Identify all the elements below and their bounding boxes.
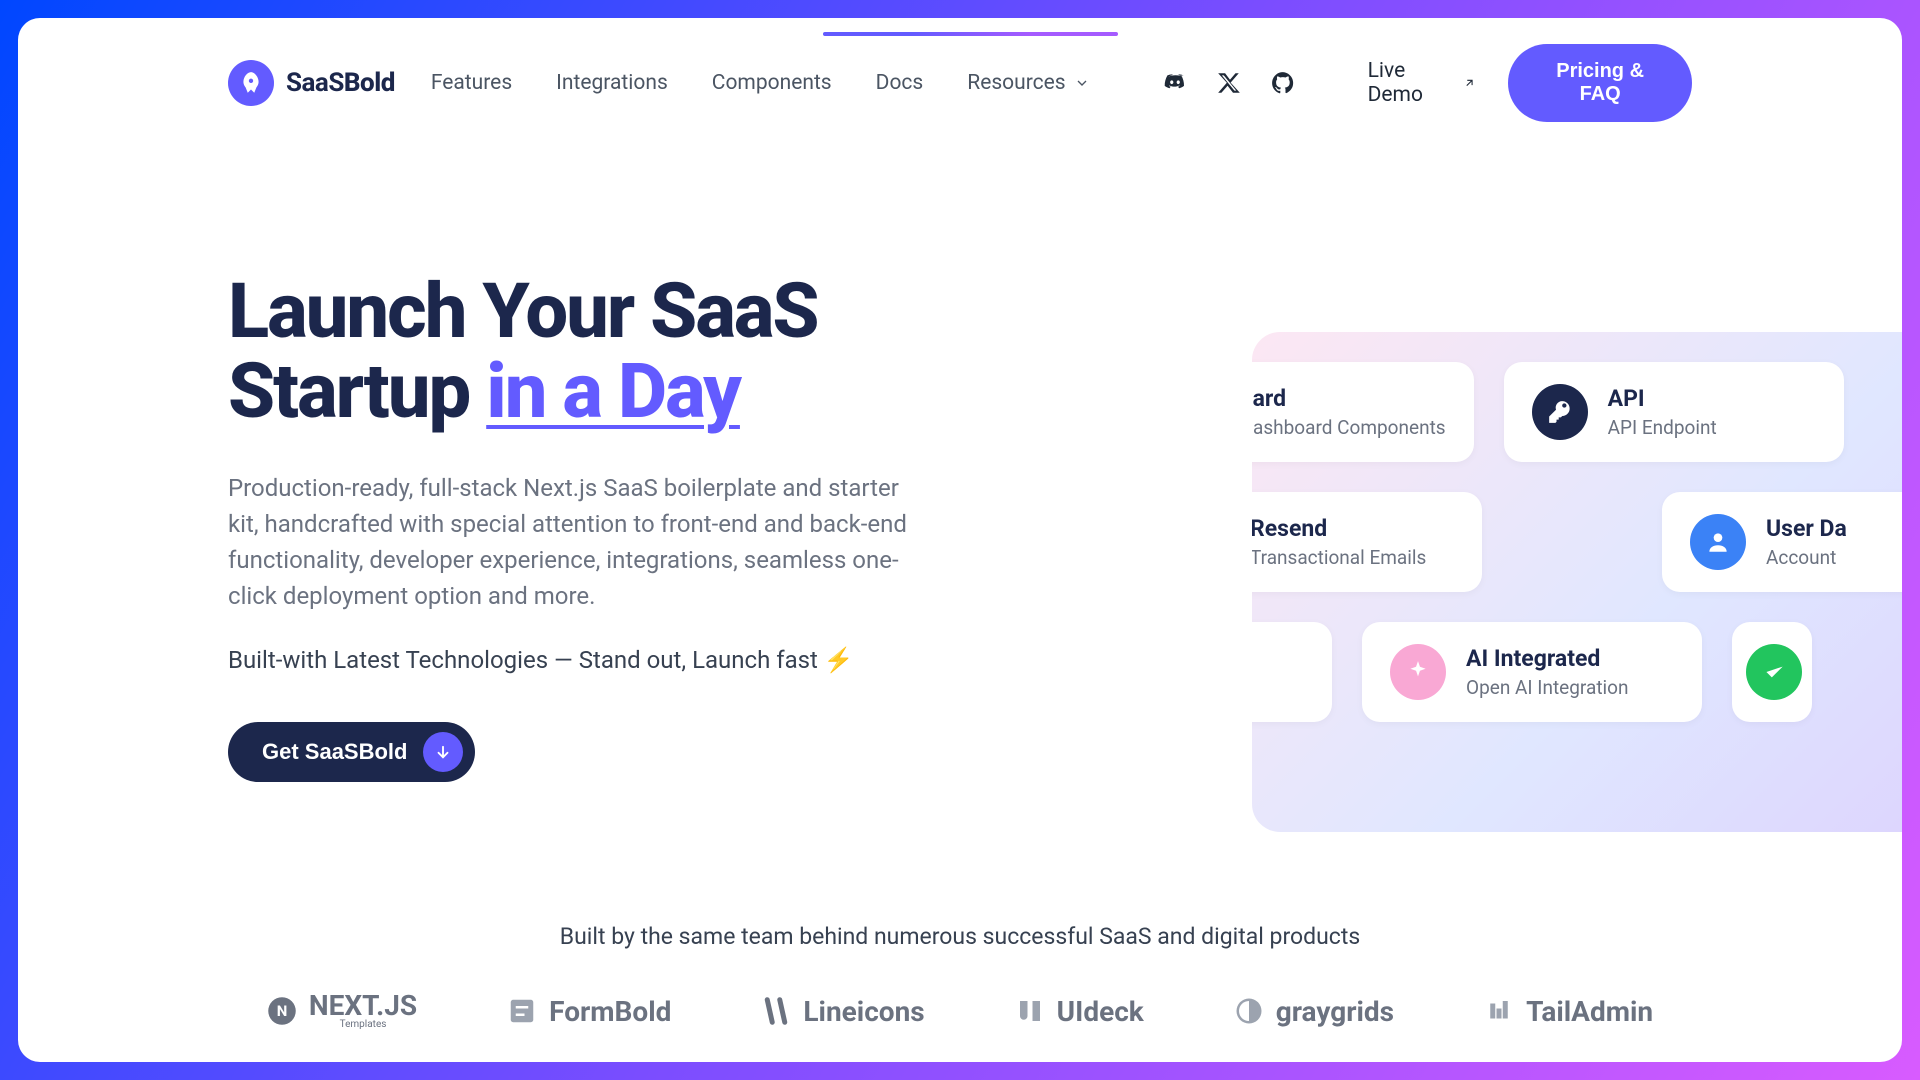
rocket-icon [228, 60, 274, 106]
nav-links: Features Integrations Components Docs Re… [431, 71, 1090, 95]
feature-card-user-dashboard: User Da Account [1662, 492, 1902, 592]
sparkle-icon [1390, 644, 1446, 700]
brand-name: SaaSBold [286, 68, 395, 98]
card-title: in Dashboard [1252, 385, 1446, 412]
arrow-up-right-icon [1463, 76, 1476, 90]
discord-icon[interactable] [1162, 70, 1188, 96]
key-icon [1532, 384, 1588, 440]
user-icon [1690, 514, 1746, 570]
hero-section: Launch Your SaaS Startup in a Day Produc… [18, 122, 1902, 782]
feature-card-dashboard: in Dashboard ge Users|Dashboard Componen… [1252, 362, 1474, 462]
trust-heading: Built by the same team behind numerous s… [18, 923, 1902, 950]
card-sub: Open AI Integration [1466, 676, 1628, 699]
card-sub: ge Users|Dashboard Components [1252, 416, 1446, 439]
brand-nextjs[interactable]: N NEXT.JS Templates [267, 992, 417, 1030]
live-demo-link[interactable]: Live Demo [1368, 59, 1477, 107]
brand-tailadmin[interactable]: TailAdmin [1484, 995, 1653, 1028]
check-icon [1746, 644, 1802, 700]
brand-uideck[interactable]: UIdeck [1015, 995, 1144, 1028]
card-sub: Account [1766, 546, 1847, 569]
trust-section: Built by the same team behind numerous s… [18, 923, 1902, 1030]
github-icon[interactable] [1270, 70, 1296, 96]
hero-subline: Built-with Latest Technologies — Stand o… [228, 646, 988, 674]
uideck-icon [1015, 996, 1045, 1026]
feature-card-api: API API Endpoint [1504, 362, 1844, 462]
brand-formbold[interactable]: FormBold [507, 995, 671, 1028]
brand-logo[interactable]: SaaSBold [228, 60, 395, 106]
get-started-button[interactable]: Get SaaSBold [228, 722, 475, 782]
nav-components[interactable]: Components [712, 71, 832, 95]
nav-integrations[interactable]: Integrations [556, 71, 668, 95]
feature-row-3: tifications id Updates|CRM AI Integrated… [1252, 622, 1902, 722]
nav-active-indicator [823, 32, 1118, 36]
nav-docs[interactable]: Docs [876, 71, 924, 95]
pricing-button[interactable]: Pricing & FAQ [1508, 44, 1692, 122]
feature-card-notifications: tifications id Updates|CRM [1252, 622, 1332, 722]
hero-description: Production-ready, full-stack Next.js Saa… [228, 470, 928, 614]
nextjs-icon: N [267, 996, 297, 1026]
card-title: User Da [1766, 515, 1847, 542]
arrow-down-icon [434, 743, 452, 761]
brand-lineicons[interactable]: Lineicons [761, 995, 924, 1028]
feature-card-extra [1732, 622, 1812, 722]
svg-text:N: N [277, 1002, 288, 1020]
card-sub: API Endpoint [1608, 416, 1717, 439]
cta-label: Get SaaSBold [262, 739, 407, 765]
cta-arrow-circle [423, 732, 463, 772]
graygrids-icon [1234, 996, 1264, 1026]
card-title: Resend [1252, 515, 1426, 542]
card-sub: Transactional Emails [1252, 546, 1426, 569]
brand-label: NEXT.JS [309, 989, 417, 1022]
tailadmin-icon [1484, 996, 1514, 1026]
social-links [1162, 70, 1296, 96]
card-title: API [1608, 385, 1717, 412]
nav-resources-label: Resources [967, 71, 1065, 95]
brand-label: graygrids [1276, 995, 1394, 1028]
app-window: SaaSBold Features Integrations Component… [18, 18, 1902, 1062]
feature-card-ai: AI Integrated Open AI Integration [1362, 622, 1702, 722]
formbold-icon [507, 996, 537, 1026]
hero-title-line1: Launch Your SaaS [228, 266, 818, 356]
hero-title-accent: in a Day [486, 346, 740, 436]
feature-card-resend: Resend Transactional Emails [1252, 492, 1482, 592]
brand-label: FormBold [549, 995, 671, 1028]
hero-title: Launch Your SaaS Startup in a Day [228, 272, 988, 432]
live-demo-label: Live Demo [1368, 59, 1458, 107]
brand-logos: N NEXT.JS Templates FormBold Lineicons [18, 992, 1902, 1030]
feature-row-1: in Dashboard ge Users|Dashboard Componen… [1252, 362, 1902, 462]
hero-content: Launch Your SaaS Startup in a Day Produc… [228, 272, 988, 782]
nav-actions: Live Demo Pricing & FAQ [1368, 44, 1692, 122]
brand-graygrids[interactable]: graygrids [1234, 995, 1394, 1028]
nav-resources[interactable]: Resources [967, 71, 1089, 95]
nav-features[interactable]: Features [431, 71, 512, 95]
feature-row-2: Resend Transactional Emails User Da Acco… [1252, 492, 1902, 592]
hero-title-line2a: Startup [228, 346, 486, 436]
hero-graphic: in Dashboard ge Users|Dashboard Componen… [1252, 332, 1902, 832]
chevron-down-icon [1074, 75, 1090, 91]
lineicons-icon [761, 996, 791, 1026]
brand-label: UIdeck [1057, 995, 1144, 1028]
x-twitter-icon[interactable] [1216, 70, 1242, 96]
card-title: AI Integrated [1466, 645, 1628, 672]
brand-label: TailAdmin [1526, 995, 1653, 1028]
brand-label: Lineicons [803, 995, 924, 1028]
